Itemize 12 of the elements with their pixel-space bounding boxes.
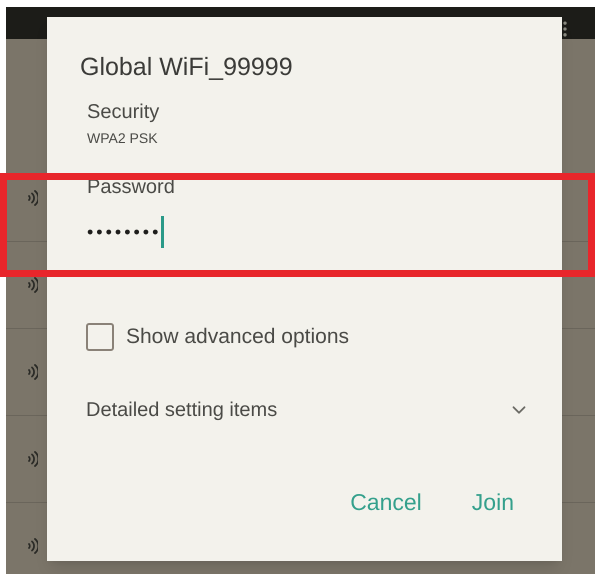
security-label: Security: [87, 102, 160, 122]
password-field[interactable]: ••••••••: [87, 215, 507, 249]
wifi-icon: [26, 190, 38, 206]
wifi-icon: [26, 364, 38, 380]
wifi-icon: [26, 538, 38, 554]
dialog-title: Global WiFi_99999: [80, 55, 294, 80]
password-label: Password: [87, 177, 176, 197]
advanced-options-checkbox[interactable]: Show advanced options: [86, 321, 526, 352]
security-value: WPA2 PSK: [87, 131, 159, 145]
detailed-settings-dropdown[interactable]: Detailed setting items: [86, 394, 526, 424]
wifi-icon: [26, 451, 38, 467]
wifi-icon: [26, 277, 38, 293]
